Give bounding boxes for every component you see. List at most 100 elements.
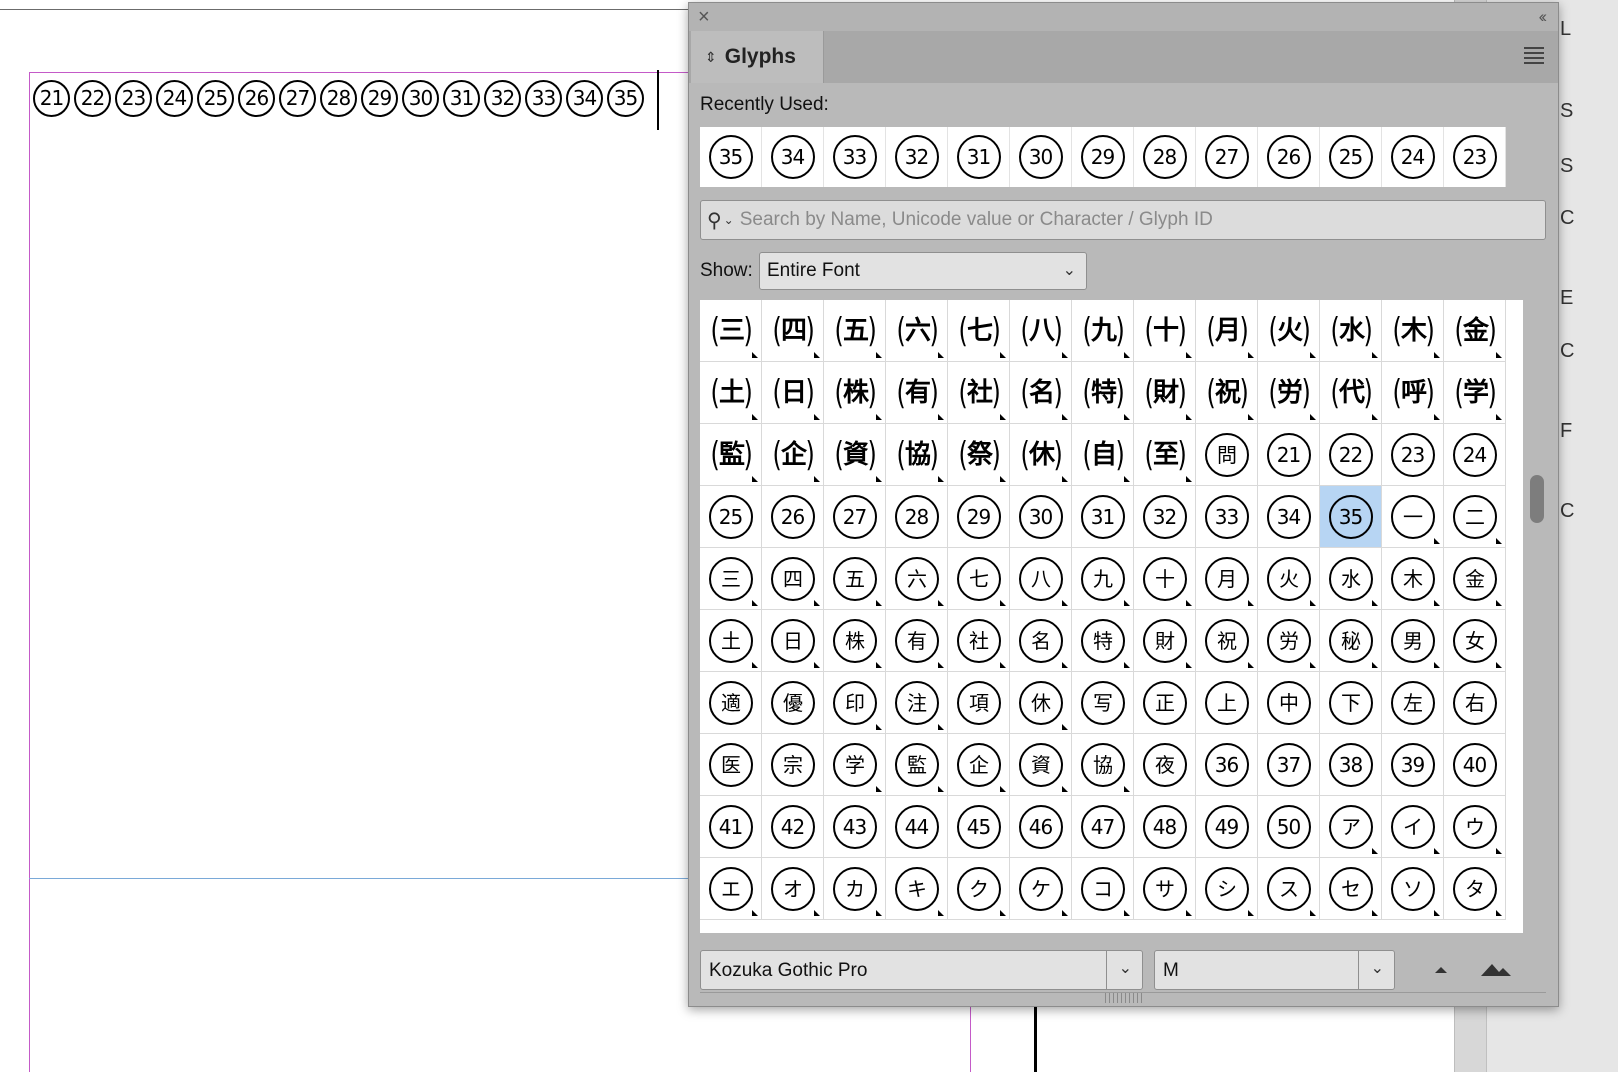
alternates-indicator-icon[interactable] xyxy=(1434,352,1440,358)
glyph-cell[interactable]: (休) xyxy=(1010,424,1072,486)
glyph-cell[interactable]: 正 xyxy=(1134,672,1196,734)
glyph-cell[interactable]: (六) xyxy=(886,300,948,362)
alternates-indicator-icon[interactable] xyxy=(1186,414,1192,420)
side-panel-label[interactable]: F xyxy=(1560,420,1572,443)
alternates-indicator-icon[interactable] xyxy=(814,910,820,916)
glyph-cell[interactable]: 資 xyxy=(1010,734,1072,796)
glyph-cell[interactable]: 41 xyxy=(700,796,762,858)
glyph-cell[interactable]: 50 xyxy=(1258,796,1320,858)
alternates-indicator-icon[interactable] xyxy=(1496,414,1502,420)
glyph-cell[interactable]: (有) xyxy=(886,362,948,424)
glyph-grid-scrollbar[interactable] xyxy=(1526,300,1546,933)
glyph-cell[interactable]: (月) xyxy=(1196,300,1258,362)
glyph-cell[interactable]: キ xyxy=(886,858,948,920)
glyph-cell[interactable]: (七) xyxy=(948,300,1010,362)
recent-glyph[interactable]: 35 xyxy=(700,127,762,187)
panel-titlebar[interactable]: × ‹‹ xyxy=(689,3,1558,31)
glyph-cell[interactable]: (財) xyxy=(1134,362,1196,424)
glyph-cell[interactable]: (祝) xyxy=(1196,362,1258,424)
glyph-cell[interactable]: 27 xyxy=(824,486,886,548)
glyph-cell[interactable]: 印 xyxy=(824,672,886,734)
glyph-cell[interactable]: 女 xyxy=(1444,610,1506,672)
glyph-cell[interactable]: (監) xyxy=(700,424,762,486)
alternates-indicator-icon[interactable] xyxy=(814,662,820,668)
zoom-in-icon[interactable] xyxy=(1479,958,1513,982)
glyph-cell[interactable]: (火) xyxy=(1258,300,1320,362)
show-select[interactable]: Entire Font ⌄ xyxy=(759,252,1087,290)
glyph-cell[interactable]: 25 xyxy=(700,486,762,548)
alternates-indicator-icon[interactable] xyxy=(1310,662,1316,668)
alternates-indicator-icon[interactable] xyxy=(1000,352,1006,358)
glyph-cell[interactable]: 名 xyxy=(1010,610,1072,672)
glyph-cell[interactable]: 協 xyxy=(1072,734,1134,796)
glyph-cell[interactable]: (企) xyxy=(762,424,824,486)
glyph-cell[interactable]: 46 xyxy=(1010,796,1072,858)
glyph-cell[interactable]: (日) xyxy=(762,362,824,424)
glyph-cell[interactable]: イ xyxy=(1382,796,1444,858)
alternates-indicator-icon[interactable] xyxy=(938,476,944,482)
recent-glyph[interactable]: 27 xyxy=(1196,127,1258,187)
glyph-cell[interactable]: (社) xyxy=(948,362,1010,424)
search-input[interactable] xyxy=(739,209,1520,231)
glyph-cell[interactable]: 四 xyxy=(762,548,824,610)
alternates-indicator-icon[interactable] xyxy=(876,352,882,358)
alternates-indicator-icon[interactable] xyxy=(1062,600,1068,606)
alternates-indicator-icon[interactable] xyxy=(1434,910,1440,916)
alternates-indicator-icon[interactable] xyxy=(1000,600,1006,606)
alternates-indicator-icon[interactable] xyxy=(938,600,944,606)
glyph-cell[interactable]: (金) xyxy=(1444,300,1506,362)
glyph-cell[interactable]: ウ xyxy=(1444,796,1506,858)
glyph-cell[interactable]: 九 xyxy=(1072,548,1134,610)
alternates-indicator-icon[interactable] xyxy=(1124,352,1130,358)
glyph-cell[interactable]: 秘 xyxy=(1320,610,1382,672)
alternates-indicator-icon[interactable] xyxy=(1372,662,1378,668)
alternates-indicator-icon[interactable] xyxy=(1310,352,1316,358)
glyph-cell[interactable]: カ xyxy=(824,858,886,920)
glyph-cell[interactable]: 夜 xyxy=(1134,734,1196,796)
glyph-cell[interactable]: 23 xyxy=(1382,424,1444,486)
search-options-icon[interactable]: ⌄ xyxy=(724,213,734,227)
search-box[interactable]: ⚲ ⌄ xyxy=(700,200,1546,240)
glyph-cell[interactable]: 日 xyxy=(762,610,824,672)
glyph-cell[interactable]: 五 xyxy=(824,548,886,610)
glyph-cell[interactable]: シ xyxy=(1196,858,1258,920)
glyph-cell[interactable]: 社 xyxy=(948,610,1010,672)
glyph-cell[interactable]: ク xyxy=(948,858,1010,920)
alternates-indicator-icon[interactable] xyxy=(1372,414,1378,420)
alternates-indicator-icon[interactable] xyxy=(1248,662,1254,668)
alternates-indicator-icon[interactable] xyxy=(1062,352,1068,358)
alternates-indicator-icon[interactable] xyxy=(1186,662,1192,668)
alternates-indicator-icon[interactable] xyxy=(1496,848,1502,854)
recent-glyph[interactable]: 32 xyxy=(886,127,948,187)
alternates-indicator-icon[interactable] xyxy=(1372,352,1378,358)
alternates-indicator-icon[interactable] xyxy=(938,662,944,668)
glyph-cell[interactable]: (水) xyxy=(1320,300,1382,362)
glyph-cell[interactable]: 29 xyxy=(948,486,1010,548)
alternates-indicator-icon[interactable] xyxy=(1000,786,1006,792)
alternates-indicator-icon[interactable] xyxy=(1248,910,1254,916)
alternates-indicator-icon[interactable] xyxy=(938,910,944,916)
glyph-cell[interactable]: 祝 xyxy=(1196,610,1258,672)
alternates-indicator-icon[interactable] xyxy=(1124,662,1130,668)
glyph-cell[interactable]: 中 xyxy=(1258,672,1320,734)
alternates-indicator-icon[interactable] xyxy=(1372,910,1378,916)
glyph-cell[interactable]: 六 xyxy=(886,548,948,610)
alternates-indicator-icon[interactable] xyxy=(1062,786,1068,792)
glyph-cell[interactable]: 24 xyxy=(1444,424,1506,486)
alternates-indicator-icon[interactable] xyxy=(938,352,944,358)
glyph-cell[interactable]: サ xyxy=(1134,858,1196,920)
glyph-cell[interactable]: 48 xyxy=(1134,796,1196,858)
glyph-cell[interactable]: 宗 xyxy=(762,734,824,796)
alternates-indicator-icon[interactable] xyxy=(814,476,820,482)
glyph-cell[interactable]: (学) xyxy=(1444,362,1506,424)
alternates-indicator-icon[interactable] xyxy=(1062,662,1068,668)
alternates-indicator-icon[interactable] xyxy=(1496,352,1502,358)
glyph-cell[interactable]: 適 xyxy=(700,672,762,734)
glyph-cell[interactable]: 八 xyxy=(1010,548,1072,610)
glyph-cell[interactable]: 二 xyxy=(1444,486,1506,548)
recent-glyph[interactable]: 33 xyxy=(824,127,886,187)
glyph-cell[interactable]: 学 xyxy=(824,734,886,796)
glyph-cell[interactable]: 42 xyxy=(762,796,824,858)
glyph-cell[interactable]: 休 xyxy=(1010,672,1072,734)
alternates-indicator-icon[interactable] xyxy=(1248,352,1254,358)
